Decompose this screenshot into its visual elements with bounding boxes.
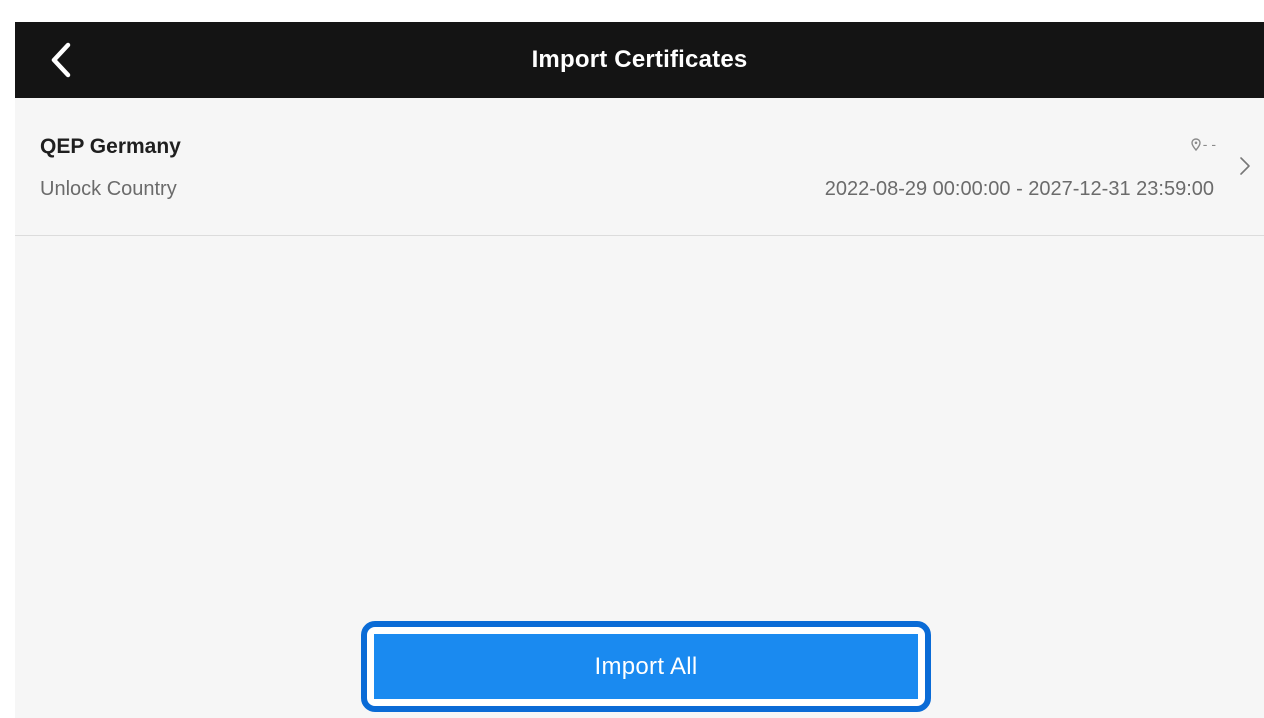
chevron-right-icon	[1240, 157, 1250, 175]
certificate-type: Unlock Country	[40, 178, 177, 200]
app-header: Import Certificates	[15, 22, 1264, 98]
certificate-name: QEP Germany	[40, 135, 181, 158]
certificate-location-text: - -	[1202, 136, 1216, 152]
import-certificates-screen: Import Certificates QEP Germany Unlock C…	[15, 22, 1264, 718]
certificate-list-item[interactable]: QEP Germany Unlock Country - - 2022-08-2…	[15, 98, 1264, 236]
certificate-location: - -	[1191, 136, 1216, 152]
certificate-validity: 2022-08-29 00:00:00 - 2027-12-31 23:59:0…	[824, 178, 1214, 200]
location-pin-icon	[1191, 137, 1201, 151]
import-all-button[interactable]: Import All	[374, 634, 918, 699]
page-title: Import Certificates	[531, 46, 748, 73]
import-all-highlight: Import All	[361, 621, 931, 712]
